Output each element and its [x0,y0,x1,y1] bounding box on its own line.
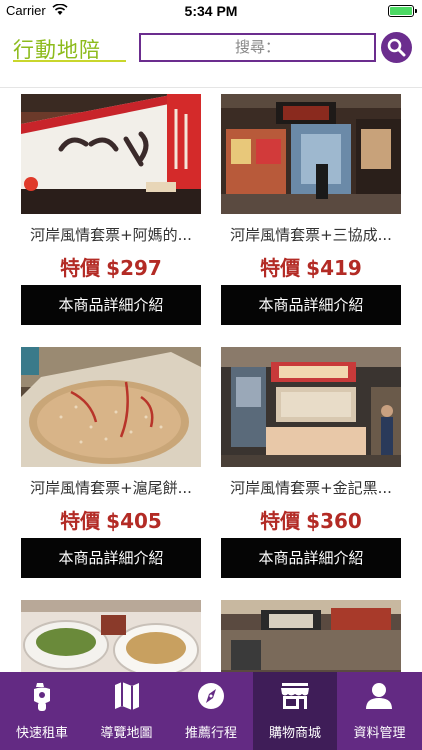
user-icon [366,683,392,709]
tab-label: 資料管理 [353,726,406,741]
product-detail-button[interactable]: 本商品詳細介紹 [221,285,401,325]
price-amount: $297 [106,256,162,280]
product-price: 特價 $360 [221,505,401,534]
map-icon [115,682,139,710]
product-image[interactable] [221,94,401,214]
tab-guide-map[interactable]: 導覽地圖 [84,672,169,750]
product-name: 河岸風情套票+阿媽的... [30,226,192,244]
price-label: 特價 [260,509,301,533]
tab-recommended-trips[interactable]: 推薦行程 [169,672,253,750]
clock: 5:34 PM [184,3,238,19]
tab-quick-rental[interactable]: 快速租車 [0,672,84,750]
logo-underline [13,60,126,62]
price-label: 特價 [260,256,301,280]
product-name: 河岸風情套票+滬尾餅... [30,479,192,497]
product-price: 特價 $297 [21,252,201,281]
tab-shopping-mall[interactable]: 購物商城 [253,672,337,750]
product-name: 河岸風情套票+金記黑... [230,479,392,497]
tab-label: 導覽地圖 [100,726,153,741]
price-amount: $419 [306,256,362,280]
scooter-icon [34,683,50,711]
price-amount: $360 [306,509,362,533]
battery-icon [388,5,417,17]
header: 行動地陪 搜尋： [0,22,422,78]
search-button[interactable] [381,32,412,63]
price-label: 特價 [60,256,101,280]
product-detail-button[interactable]: 本商品詳細介紹 [21,285,201,325]
product-image[interactable] [221,600,401,672]
product-image[interactable] [21,94,201,214]
product-name: 河岸風情套票+三協成... [230,226,392,244]
product-image[interactable] [21,347,201,467]
tab-data-management[interactable]: 資料管理 [337,672,422,750]
product-price: 特價 $405 [21,505,201,534]
price-amount: $405 [106,509,162,533]
tab-label: 快速租車 [15,726,68,741]
product-image[interactable] [221,347,401,467]
price-label: 特價 [60,509,101,533]
compass-icon [198,683,224,709]
product-price: 特價 $419 [221,252,401,281]
product-image[interactable] [21,600,201,672]
tab-label: 購物商城 [268,726,321,741]
product-card-partial[interactable] [21,600,201,672]
tab-label: 推薦行程 [184,726,237,741]
header-divider [0,87,422,88]
status-bar: Carrier 5:34 PM [0,0,422,22]
search-input[interactable]: 搜尋： [139,33,376,62]
search-icon [387,38,406,57]
product-card-partial[interactable] [221,600,401,672]
store-icon [281,683,309,709]
bottom-tab-bar: 快速租車 導覽地圖 推薦行程 購物商城 資料管理 [0,672,422,750]
product-detail-button[interactable]: 本商品詳細介紹 [21,538,201,578]
product-detail-button[interactable]: 本商品詳細介紹 [221,538,401,578]
